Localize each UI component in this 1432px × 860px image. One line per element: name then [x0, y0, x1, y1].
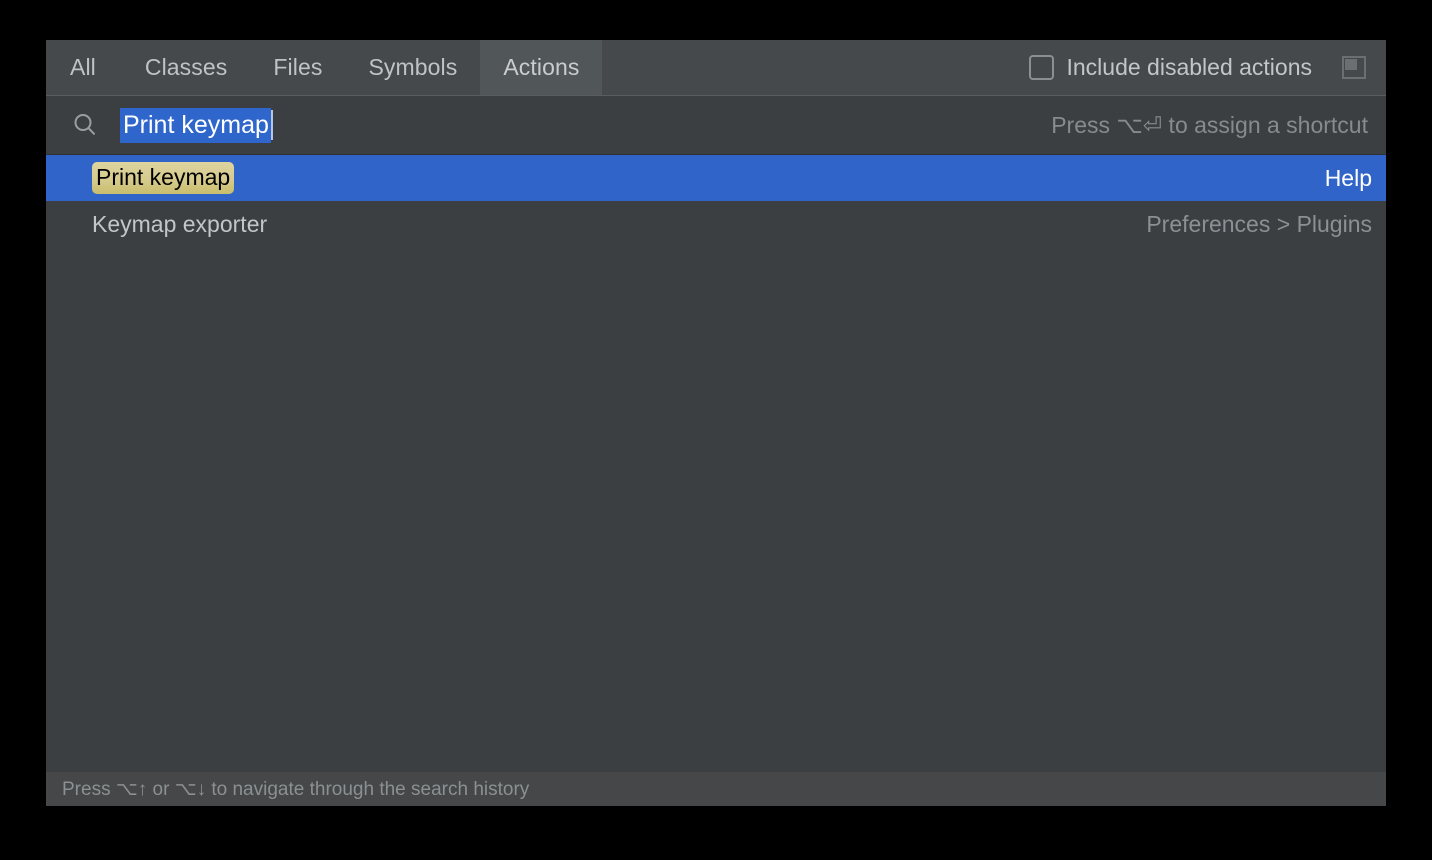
tab-files-label: Files	[273, 54, 323, 80]
screen: All Classes Files Symbols Actions Includ…	[0, 0, 1432, 860]
results-list: Print keymap Help Keymap exporter Prefer…	[46, 155, 1386, 772]
search-input-value: Print keymap	[120, 107, 271, 143]
text-caret	[270, 110, 273, 140]
assign-shortcut-hint: Press ⌥⏎ to assign a shortcut	[1051, 111, 1368, 138]
tab-classes-label: Classes	[144, 54, 228, 80]
tab-list: All Classes Files Symbols Actions	[46, 40, 603, 95]
checkbox-box-icon	[1028, 55, 1054, 80]
list-item[interactable]: Keymap exporter Preferences > Plugins	[46, 201, 1386, 247]
header-right-controls: Include disabled actions	[1028, 40, 1387, 95]
result-location: Preferences > Plugins	[1146, 210, 1372, 237]
tab-actions-label: Actions	[503, 54, 580, 80]
search-input[interactable]: Print keymap	[120, 107, 1051, 143]
tab-symbols-label: Symbols	[368, 54, 458, 80]
tab-all-label: All	[70, 54, 96, 80]
tab-files[interactable]: Files	[250, 40, 345, 95]
search-everywhere-popup: All Classes Files Symbols Actions Includ…	[46, 40, 1386, 806]
list-item[interactable]: Print keymap Help	[46, 155, 1386, 201]
include-disabled-actions-checkbox[interactable]: Include disabled actions	[1028, 54, 1313, 81]
resize-window-icon[interactable]	[1340, 55, 1368, 81]
search-history-footer: Press ⌥↑ or ⌥↓ to navigate through the s…	[46, 772, 1386, 806]
include-disabled-actions-label: Include disabled actions	[1066, 54, 1313, 80]
search-icon	[70, 110, 100, 140]
search-row: Print keymap Press ⌥⏎ to assign a shortc…	[46, 96, 1386, 155]
search-history-hint: Press ⌥↑ or ⌥↓ to navigate through the s…	[62, 778, 530, 800]
result-title: Keymap exporter	[92, 210, 268, 237]
result-title: Print keymap	[92, 162, 235, 194]
tab-classes[interactable]: Classes	[122, 40, 251, 95]
tab-all[interactable]: All	[46, 40, 122, 95]
tab-actions[interactable]: Actions	[480, 40, 603, 95]
resize-icon-fill	[1345, 58, 1357, 70]
tab-symbols[interactable]: Symbols	[345, 40, 480, 95]
result-location: Help	[1324, 164, 1372, 191]
tab-header: All Classes Files Symbols Actions Includ…	[46, 40, 1386, 96]
